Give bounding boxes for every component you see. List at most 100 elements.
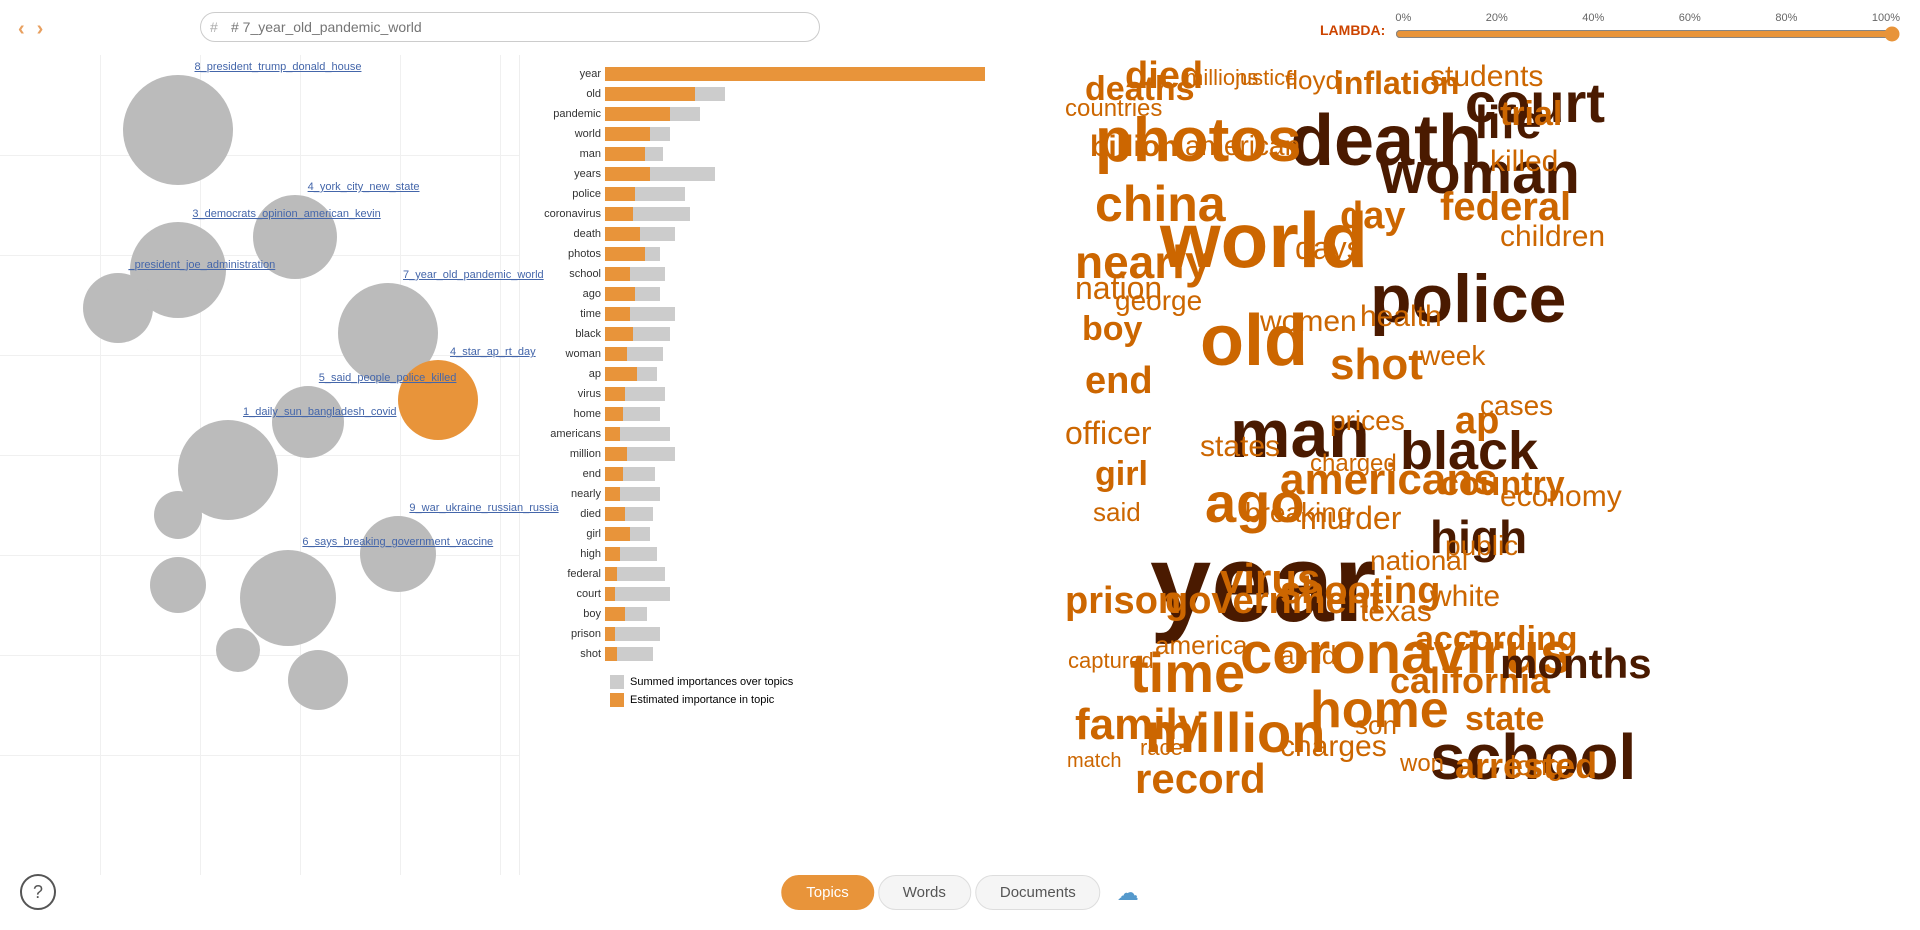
bubble-label-3_democrats_opinion_american_kevin[interactable]: 3_democrats_opinion_american_kevin	[192, 208, 380, 220]
word-amid[interactable]: amid	[1280, 640, 1336, 671]
bar-container-time	[605, 307, 985, 321]
tab-topics[interactable]: Topics	[781, 875, 874, 910]
bubble-bubble_sm4[interactable]	[154, 491, 202, 539]
hash-icon: #	[210, 19, 218, 35]
word-long[interactable]: long	[1510, 750, 1563, 782]
bar-row-school: school	[520, 265, 990, 283]
word-children[interactable]: children	[1500, 220, 1605, 254]
bar-container-ap	[605, 367, 985, 381]
bar-row-girl: girl	[520, 525, 990, 543]
bar-orange-high	[605, 547, 620, 561]
bar-label-ap: ap	[525, 368, 605, 380]
help-button[interactable]: ?	[20, 874, 56, 910]
cloud-icon[interactable]: ☁	[1117, 880, 1139, 906]
word-prison[interactable]: prison	[1065, 580, 1181, 623]
bubble-label-1_daily_sun_bangladesh_covid[interactable]: 1_daily_sun_bangladesh_covid	[243, 406, 397, 418]
bubble-label-5_said_people_police_killed[interactable]: 5_said_people_police_killed	[319, 372, 457, 384]
word-george[interactable]: george	[1115, 285, 1202, 317]
word-match[interactable]: match	[1067, 750, 1121, 773]
word-state[interactable]: state	[1465, 700, 1544, 739]
bubble-5_said_people_police_killed[interactable]	[272, 386, 344, 458]
bar-row-prison: prison	[520, 625, 990, 643]
bar-orange-federal	[605, 567, 617, 581]
tab-words[interactable]: Words	[878, 875, 971, 910]
bar-orange-home	[605, 407, 623, 421]
bar-orange-end	[605, 467, 623, 481]
word-charged[interactable]: charged	[1310, 450, 1397, 478]
bar-orange-ap	[605, 367, 637, 381]
word-women[interactable]: women	[1260, 305, 1357, 339]
word-girl[interactable]: girl	[1095, 455, 1148, 494]
bar-orange-woman	[605, 347, 627, 361]
bar-container-school	[605, 267, 985, 281]
word-american[interactable]: american	[1185, 130, 1300, 162]
bar-container-high	[605, 547, 985, 561]
bubble-label-8_president_trump_donald_house[interactable]: 8_president_trump_donald_house	[195, 61, 362, 73]
word-billion[interactable]: billion	[1090, 130, 1178, 164]
word-son[interactable]: son	[1355, 710, 1397, 741]
word-students[interactable]: students	[1430, 60, 1543, 94]
bar-label-year: year	[525, 68, 605, 80]
word-trial[interactable]: trial	[1500, 95, 1562, 134]
bar-label-boy: boy	[525, 608, 605, 620]
prev-arrow[interactable]: ‹	[18, 18, 25, 41]
word-end[interactable]: end	[1085, 360, 1153, 403]
word-shot[interactable]: shot	[1330, 340, 1423, 390]
word-week[interactable]: week	[1420, 340, 1485, 372]
word-breaking[interactable]: breaking	[1245, 497, 1352, 529]
word-white[interactable]: white	[1430, 580, 1500, 614]
word-family[interactable]: family	[1075, 700, 1202, 750]
lambda-slider[interactable]	[1395, 26, 1900, 42]
word-china[interactable]: china	[1095, 175, 1226, 233]
bubble-label-_president_joe_administration[interactable]: _president_joe_administration	[129, 259, 276, 271]
bubble-label-4_york_city_new_state[interactable]: 4_york_city_new_state	[308, 181, 420, 193]
bar-label-photos: photos	[525, 248, 605, 260]
tab-documents[interactable]: Documents	[975, 875, 1101, 910]
word-states[interactable]: states	[1200, 430, 1280, 464]
bar-label-shot: shot	[525, 648, 605, 660]
lambda-ticks: 0%20%40%60%80%100%	[1395, 12, 1900, 24]
word-race[interactable]: race	[1140, 735, 1183, 761]
word-millions[interactable]: millions	[1185, 65, 1258, 91]
bar-row-nearly: nearly	[520, 485, 990, 503]
word-economy[interactable]: economy	[1500, 480, 1622, 514]
bar-row-death: death	[520, 225, 990, 243]
bubble-6_says_breaking_government_vaccine[interactable]	[240, 550, 336, 646]
bar-label-police: police	[525, 188, 605, 200]
word-prices[interactable]: prices	[1330, 405, 1405, 437]
word-said[interactable]: said	[1093, 497, 1141, 528]
bar-container-man	[605, 147, 985, 161]
word-health[interactable]: health	[1360, 300, 1442, 334]
bar-row-black: black	[520, 325, 990, 343]
word-record[interactable]: record	[1135, 755, 1266, 803]
bar-label-home: home	[525, 408, 605, 420]
bubble-bubble_sm2[interactable]	[216, 628, 260, 672]
bubble-9_war_ukraine_russian_russia[interactable]	[360, 516, 436, 592]
word-killed[interactable]: killed	[1490, 145, 1558, 179]
bar-row-old: old	[520, 85, 990, 103]
bubble-_president_joe_administration[interactable]	[83, 273, 153, 343]
bubble-bubble_sm3[interactable]	[288, 650, 348, 710]
word-day[interactable]: day	[1340, 195, 1405, 238]
bubble-bubble_sm1[interactable]	[150, 557, 206, 613]
bar-row-court: court	[520, 585, 990, 603]
word-won[interactable]: won	[1400, 750, 1444, 778]
bar-row-federal: federal	[520, 565, 990, 583]
word-virus[interactable]: virus	[1220, 555, 1320, 603]
bar-row-years: years	[520, 165, 990, 183]
word-cases[interactable]: cases	[1480, 390, 1553, 422]
search-bar: #	[200, 12, 820, 42]
word-months[interactable]: months	[1500, 640, 1652, 688]
word-captured[interactable]: captured	[1068, 648, 1154, 674]
bar-row-americans: americans	[520, 425, 990, 443]
bar-container-black	[605, 327, 985, 341]
bar-label-pandemic: pandemic	[525, 108, 605, 120]
bubble-label-6_says_breaking_government_vaccine[interactable]: 6_says_breaking_government_vaccine	[302, 536, 493, 548]
bubble-8_president_trump_donald_house[interactable]	[123, 75, 233, 185]
search-input[interactable]	[200, 12, 820, 42]
word-officer[interactable]: officer	[1065, 415, 1152, 452]
word-public[interactable]: public	[1445, 530, 1518, 562]
word-countries[interactable]: countries	[1065, 95, 1162, 123]
next-arrow[interactable]: ›	[37, 18, 44, 41]
word-america[interactable]: america	[1155, 630, 1247, 661]
